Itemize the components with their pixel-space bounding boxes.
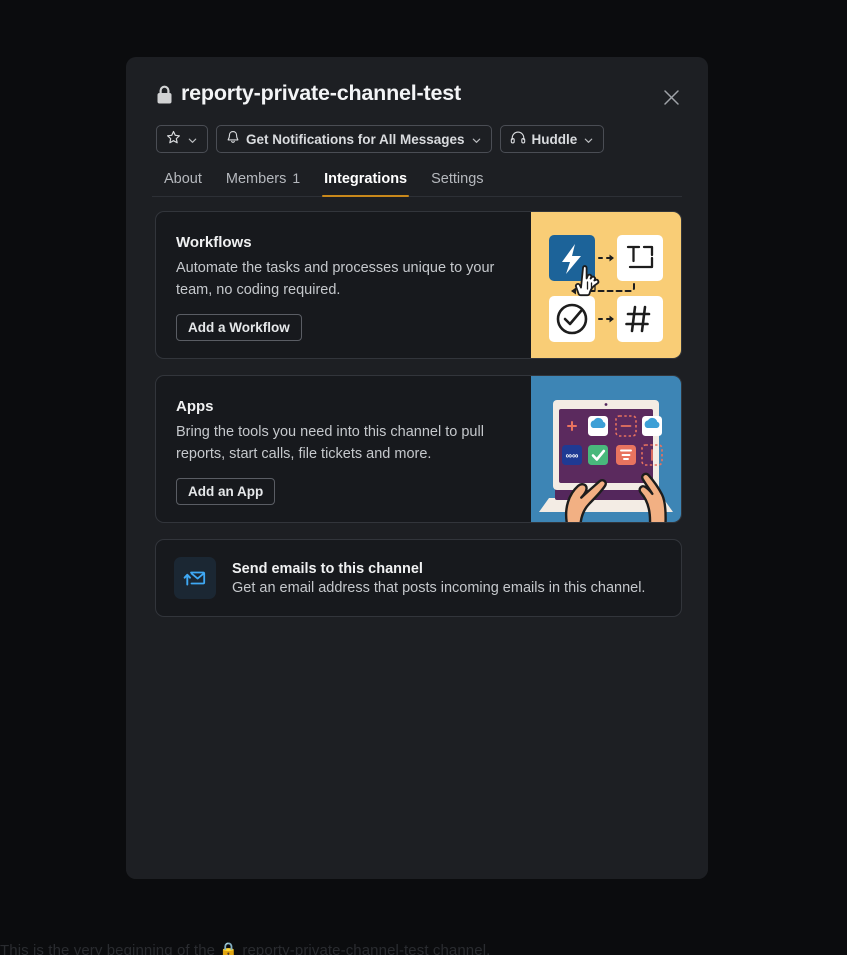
page-title: reporty-private-channel-test — [181, 81, 461, 106]
email-forward-icon — [174, 557, 216, 599]
channel-details-modal: reporty-private-channel-test Get Notific… — [126, 57, 708, 879]
notifications-button-label: Get Notifications for All Messages — [246, 131, 465, 147]
integrations-panel: Workflows Automate the tasks and process… — [126, 197, 708, 879]
tab-members[interactable]: Members 1 — [214, 170, 312, 196]
chevron-down-icon — [471, 134, 482, 145]
tab-settings[interactable]: Settings — [419, 171, 495, 196]
chevron-down-icon — [583, 134, 594, 145]
apps-card-text: Apps Bring the tools you need into this … — [156, 376, 531, 522]
apps-illustration: ∞∞ — [531, 376, 681, 522]
send-emails-description: Get an email address that posts incoming… — [232, 579, 646, 596]
workflows-card-description: Automate the tasks and processes unique … — [176, 260, 495, 298]
close-button[interactable] — [656, 84, 686, 114]
channel-tabs: About Members 1 Integrations Settings — [152, 170, 682, 197]
star-icon — [166, 130, 181, 148]
add-workflow-button[interactable]: Add a Workflow — [176, 314, 302, 342]
tab-settings-label: Settings — [431, 171, 484, 187]
lock-icon — [156, 85, 173, 105]
tab-integrations-label: Integrations — [324, 171, 408, 187]
tab-members-count: 1 — [292, 170, 301, 186]
notifications-button[interactable]: Get Notifications for All Messages — [216, 125, 492, 153]
tab-about-label: About — [164, 171, 202, 187]
star-channel-button[interactable] — [156, 125, 208, 153]
apps-card: Apps Bring the tools you need into this … — [155, 375, 682, 523]
workflows-card-text: Workflows Automate the tasks and process… — [156, 212, 531, 358]
close-icon — [663, 89, 680, 109]
apps-card-title: Apps — [176, 398, 214, 415]
bell-icon — [226, 130, 240, 148]
svg-text:∞∞: ∞∞ — [566, 451, 579, 461]
channel-actions-row: Get Notifications for All Messages Huddl… — [156, 125, 682, 153]
apps-card-description: Bring the tools you need into this chann… — [176, 424, 484, 462]
workflows-card-title: Workflows — [176, 234, 252, 251]
send-emails-text: Send emails to this channel Get an email… — [232, 561, 645, 596]
channel-beginning-text: This is the very beginning of the 🔒 repo… — [0, 942, 491, 955]
tab-members-label: Members — [225, 171, 287, 187]
workflows-illustration — [531, 212, 681, 358]
tab-about[interactable]: About — [152, 171, 214, 196]
send-emails-title: Send emails to this channel — [232, 560, 423, 577]
modal-header: reporty-private-channel-test Get Notific… — [126, 57, 708, 197]
send-emails-row[interactable]: Send emails to this channel Get an email… — [155, 539, 682, 617]
headphones-icon — [510, 131, 526, 147]
huddle-button-label: Huddle — [531, 131, 578, 147]
title-row: reporty-private-channel-test — [156, 79, 682, 109]
tab-integrations[interactable]: Integrations — [312, 171, 419, 197]
add-app-button[interactable]: Add an App — [176, 478, 276, 506]
workflows-card: Workflows Automate the tasks and process… — [155, 211, 682, 359]
huddle-button[interactable]: Huddle — [499, 125, 605, 153]
chevron-down-icon — [187, 134, 198, 145]
